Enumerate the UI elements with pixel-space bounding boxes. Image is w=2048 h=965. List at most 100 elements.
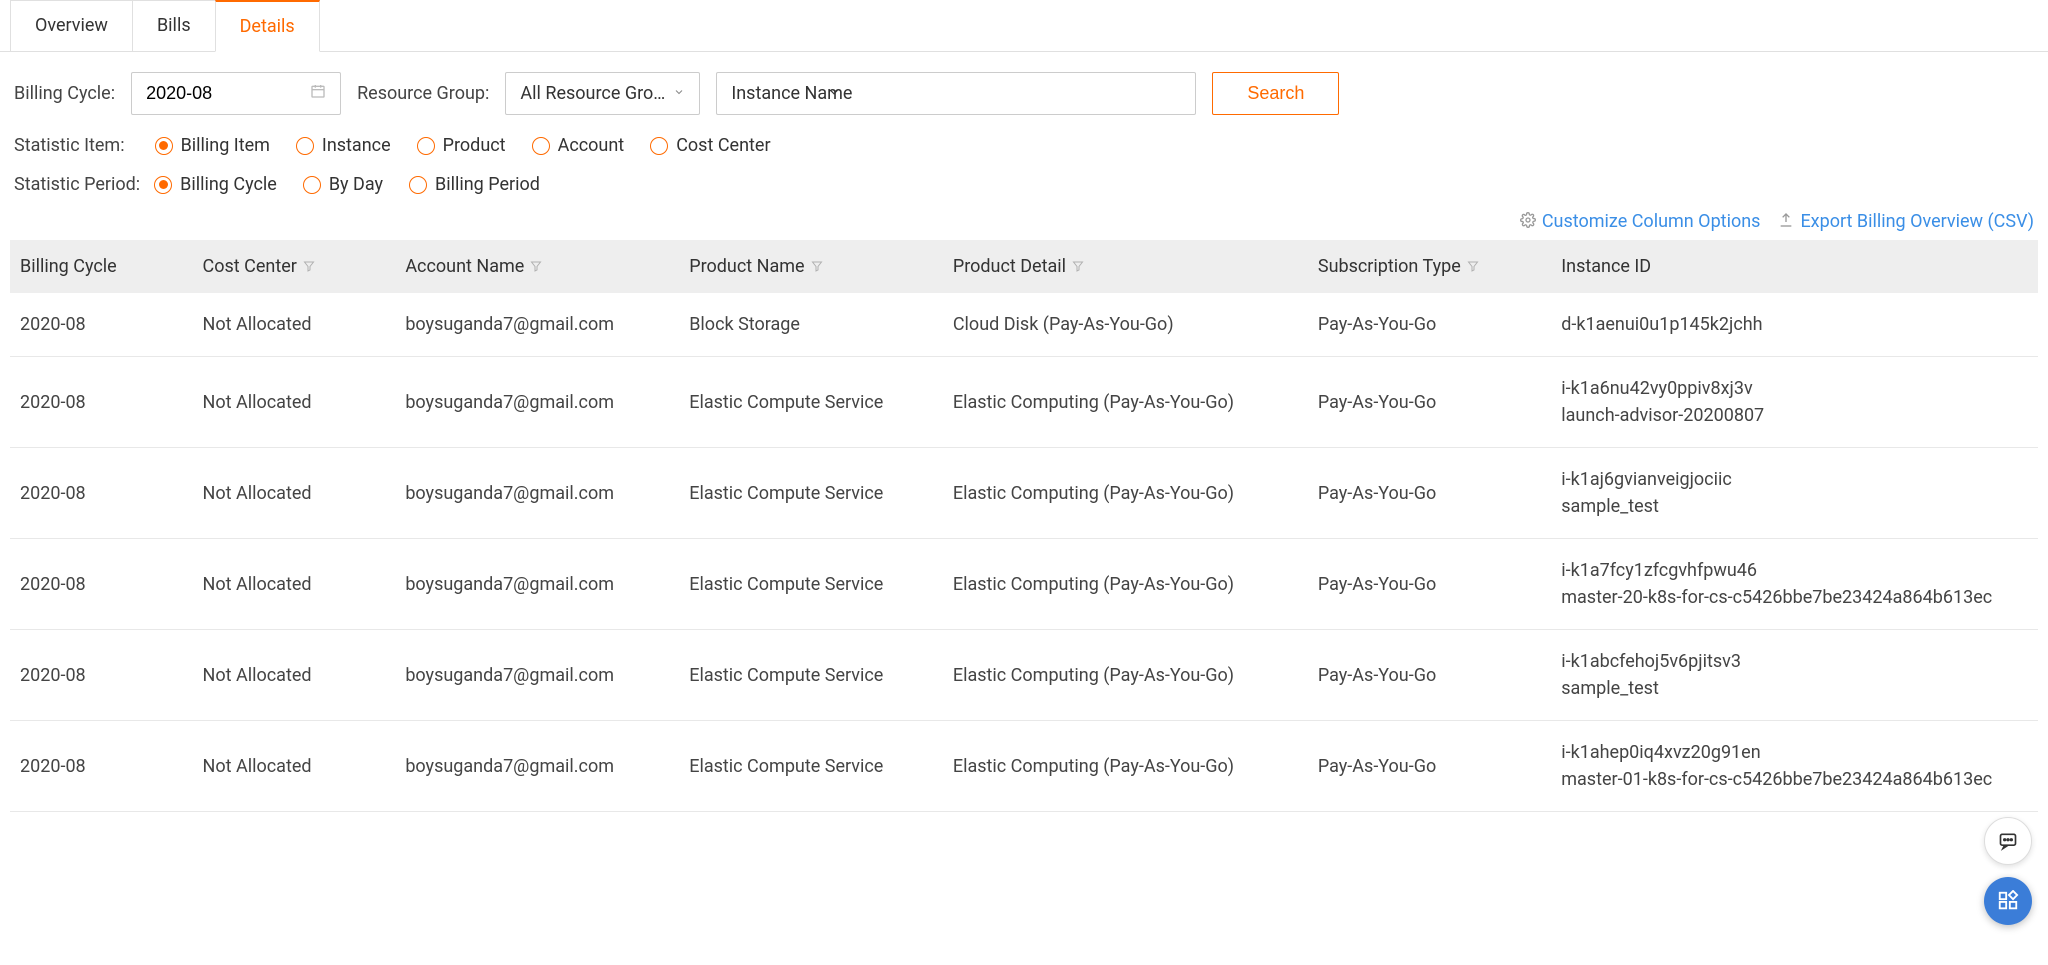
radio-by-day[interactable]: By Day bbox=[303, 174, 383, 195]
cell-cost-center: Not Allocated bbox=[193, 357, 396, 448]
cell-product-name: Block Storage bbox=[679, 293, 943, 357]
billing-cycle-label: Billing Cycle: bbox=[14, 83, 115, 104]
cell-cost-center: Not Allocated bbox=[193, 539, 396, 630]
radio-instance[interactable]: Instance bbox=[296, 135, 391, 156]
statistic-item-row: Statistic Item: Billing Item Instance Pr… bbox=[14, 135, 2034, 156]
chevron-down-icon bbox=[827, 85, 841, 103]
filter-icon[interactable] bbox=[1467, 258, 1479, 276]
cell-instance-id: i-k1a7fcy1zfcgvhfpwu46master-20-k8s-for-… bbox=[1551, 539, 2038, 630]
chevron-down-icon bbox=[673, 86, 685, 102]
statistic-period-row: Statistic Period: Billing Cycle By Day B… bbox=[14, 174, 2034, 195]
billing-table: Billing Cycle Cost Center Account Name P… bbox=[10, 240, 2038, 812]
radio-product[interactable]: Product bbox=[417, 135, 506, 156]
filter-row-top: Billing Cycle: Resource Group: All Resou… bbox=[14, 72, 2034, 115]
radio-icon bbox=[409, 176, 427, 194]
cell-cost-center: Not Allocated bbox=[193, 293, 396, 357]
export-csv-link[interactable]: Export Billing Overview (CSV) bbox=[1778, 211, 2034, 232]
search-button[interactable]: Search bbox=[1212, 72, 1339, 115]
radio-label: Billing Cycle bbox=[180, 174, 277, 195]
table-row: 2020-08Not Allocatedboysuganda7@gmail.co… bbox=[10, 539, 2038, 630]
cell-billing-cycle: 2020-08 bbox=[10, 293, 193, 357]
upload-icon bbox=[1778, 212, 1794, 232]
radio-label: Billing Period bbox=[435, 174, 540, 195]
chat-float-button[interactable] bbox=[1984, 817, 2032, 865]
col-cost-center: Cost Center bbox=[193, 240, 396, 293]
statistic-period-group: Billing Cycle By Day Billing Period bbox=[154, 174, 540, 195]
filter-icon[interactable] bbox=[303, 258, 315, 276]
col-product-name: Product Name bbox=[679, 240, 943, 293]
cell-product-detail: Elastic Computing (Pay-As-You-Go) bbox=[943, 448, 1308, 539]
radio-icon bbox=[303, 176, 321, 194]
apps-float-button[interactable] bbox=[1984, 877, 2032, 925]
table-row: 2020-08Not Allocatedboysuganda7@gmail.co… bbox=[10, 721, 2038, 812]
export-csv-label: Export Billing Overview (CSV) bbox=[1800, 211, 2034, 232]
cell-billing-cycle: 2020-08 bbox=[10, 539, 193, 630]
resource-group-label: Resource Group: bbox=[357, 83, 489, 104]
cell-instance-id: i-k1abcfehoj5v6pjitsv3sample_test bbox=[1551, 630, 2038, 721]
radio-billing-period[interactable]: Billing Period bbox=[409, 174, 540, 195]
radio-label: Account bbox=[558, 135, 625, 156]
cell-account-name: boysuganda7@gmail.com bbox=[395, 357, 679, 448]
filter-icon[interactable] bbox=[1072, 258, 1084, 276]
action-links: Customize Column Options Export Billing … bbox=[0, 211, 2048, 240]
radio-billing-item[interactable]: Billing Item bbox=[155, 135, 270, 156]
cell-subscription-type: Pay-As-You-Go bbox=[1308, 630, 1551, 721]
cell-subscription-type: Pay-As-You-Go bbox=[1308, 357, 1551, 448]
cell-instance-id: d-k1aenui0u1p145k2jchh bbox=[1551, 293, 2038, 357]
instance-name-select[interactable]: Instance Name bbox=[716, 72, 1196, 115]
calendar-icon bbox=[310, 83, 326, 104]
filter-icon[interactable] bbox=[530, 258, 542, 276]
radio-account[interactable]: Account bbox=[532, 135, 625, 156]
table-row: 2020-08Not Allocatedboysuganda7@gmail.co… bbox=[10, 448, 2038, 539]
resource-group-select[interactable]: All Resource Gro… bbox=[505, 72, 700, 115]
cell-product-name: Elastic Compute Service bbox=[679, 539, 943, 630]
table-header-row: Billing Cycle Cost Center Account Name P… bbox=[10, 240, 2038, 293]
cell-cost-center: Not Allocated bbox=[193, 448, 396, 539]
cell-product-detail: Elastic Computing (Pay-As-You-Go) bbox=[943, 721, 1308, 812]
tab-details[interactable]: Details bbox=[215, 0, 320, 52]
radio-icon bbox=[155, 137, 173, 155]
tab-overview[interactable]: Overview bbox=[10, 0, 132, 51]
cell-product-name: Elastic Compute Service bbox=[679, 357, 943, 448]
radio-billing-cycle[interactable]: Billing Cycle bbox=[154, 174, 277, 195]
cell-product-name: Elastic Compute Service bbox=[679, 630, 943, 721]
cell-product-name: Elastic Compute Service bbox=[679, 448, 943, 539]
cell-account-name: boysuganda7@gmail.com bbox=[395, 293, 679, 357]
table-row: 2020-08Not Allocatedboysuganda7@gmail.co… bbox=[10, 293, 2038, 357]
cell-product-detail: Elastic Computing (Pay-As-You-Go) bbox=[943, 630, 1308, 721]
cell-product-detail: Elastic Computing (Pay-As-You-Go) bbox=[943, 539, 1308, 630]
cell-instance-id: i-k1ahep0iq4xvz20g91enmaster-01-k8s-for-… bbox=[1551, 721, 2038, 812]
tabs-bar: Overview Bills Details bbox=[0, 0, 2048, 52]
cell-account-name: boysuganda7@gmail.com bbox=[395, 721, 679, 812]
radio-icon bbox=[417, 137, 435, 155]
cell-cost-center: Not Allocated bbox=[193, 721, 396, 812]
radio-icon bbox=[296, 137, 314, 155]
radio-icon bbox=[532, 137, 550, 155]
filters-panel: Billing Cycle: Resource Group: All Resou… bbox=[0, 52, 2048, 211]
radio-label: By Day bbox=[329, 174, 383, 195]
statistic-period-label: Statistic Period: bbox=[14, 174, 140, 195]
cell-subscription-type: Pay-As-You-Go bbox=[1308, 293, 1551, 357]
customize-columns-link[interactable]: Customize Column Options bbox=[1520, 211, 1761, 232]
radio-label: Cost Center bbox=[676, 135, 770, 156]
apps-icon bbox=[1997, 890, 2019, 912]
col-account-name: Account Name bbox=[395, 240, 679, 293]
cell-instance-id: i-k1aj6gvianveigjociicsample_test bbox=[1551, 448, 2038, 539]
billing-cycle-input[interactable] bbox=[131, 72, 341, 115]
cell-account-name: boysuganda7@gmail.com bbox=[395, 448, 679, 539]
col-product-detail: Product Detail bbox=[943, 240, 1308, 293]
radio-cost-center[interactable]: Cost Center bbox=[650, 135, 770, 156]
cell-instance-id: i-k1a6nu42vy0ppiv8xj3vlaunch-advisor-202… bbox=[1551, 357, 2038, 448]
cell-cost-center: Not Allocated bbox=[193, 630, 396, 721]
billing-cycle-field[interactable] bbox=[146, 83, 310, 104]
radio-icon bbox=[650, 137, 668, 155]
resource-group-value: All Resource Gro… bbox=[520, 83, 665, 104]
tab-bills[interactable]: Bills bbox=[132, 0, 215, 51]
statistic-item-group: Billing Item Instance Product Account Co… bbox=[155, 135, 771, 156]
radio-label: Instance bbox=[322, 135, 391, 156]
cell-billing-cycle: 2020-08 bbox=[10, 448, 193, 539]
col-instance-id: Instance ID bbox=[1551, 240, 2038, 293]
filter-icon[interactable] bbox=[811, 258, 823, 276]
cell-account-name: boysuganda7@gmail.com bbox=[395, 539, 679, 630]
cell-account-name: boysuganda7@gmail.com bbox=[395, 630, 679, 721]
